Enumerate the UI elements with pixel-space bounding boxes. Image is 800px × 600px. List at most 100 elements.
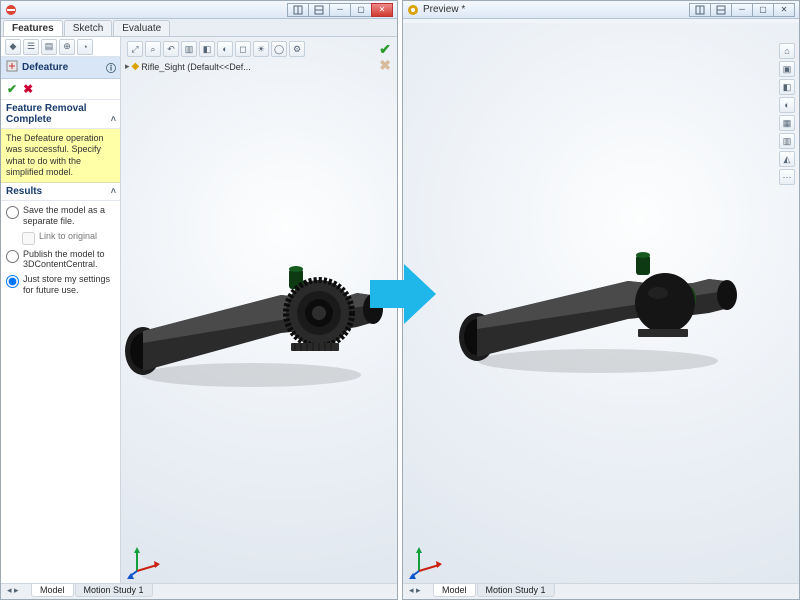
opt-store[interactable]: Just store my settings for future use.: [6, 274, 115, 296]
pm-help-icon[interactable]: ⓘ: [106, 60, 116, 75]
display-icon[interactable]: ◔: [77, 39, 93, 55]
opt-store-radio[interactable]: [6, 275, 19, 288]
opt-publish-radio[interactable]: [6, 250, 19, 263]
opt-link-checkbox[interactable]: [22, 232, 35, 245]
left-window-controls: － ▢ ✕: [288, 3, 393, 17]
layout2-button[interactable]: [308, 3, 330, 17]
right-viewport[interactable]: ⌂ ▣ ◧ ◐ ▦ ▥ ◭ ⋯: [403, 23, 799, 583]
left-bottom-tabs: ◂ ▸ Model Motion Study 1: [1, 583, 397, 599]
section-results[interactable]: Results ˄: [1, 183, 120, 201]
cancel-x-icon[interactable]: ✖: [23, 82, 33, 96]
part-icon: ◆: [132, 61, 140, 72]
minimize-button[interactable]: －: [329, 3, 351, 17]
viewport-reject-icon[interactable]: ✖: [379, 57, 391, 74]
property-manager: ◆ ☰ ▤ ⊕ ◔ Defeature ⓘ ✔ ✖ Feature Remova…: [1, 37, 121, 583]
right-body: ⌂ ▣ ◧ ◐ ▦ ▥ ◭ ⋯: [403, 23, 799, 583]
view-settings-icon[interactable]: ⚙: [289, 41, 305, 57]
ok-check-icon[interactable]: ✔: [7, 82, 17, 96]
collapse-caret-icon: ˄: [111, 186, 116, 196]
display-style-icon[interactable]: ◐: [217, 41, 233, 57]
axis-triad-icon: [127, 543, 163, 579]
bottom-tab-model[interactable]: Model: [433, 584, 476, 597]
tab-sketch[interactable]: Sketch: [64, 20, 113, 36]
model-rifle-scope-defeatured: [443, 233, 753, 383]
appearance-icon[interactable]: ◯: [271, 41, 287, 57]
section-icon[interactable]: ▥: [779, 133, 795, 149]
opt-save-label: Save the model as a separate file.: [23, 205, 115, 227]
shade-icon[interactable]: ◐: [779, 97, 795, 113]
opt-store-label: Just store my settings for future use.: [23, 274, 115, 296]
section-results-label: Results: [6, 186, 42, 197]
front-view-icon[interactable]: ▣: [779, 61, 795, 77]
feature-tree-breadcrumb[interactable]: ▸ ◆ Rifle_Sight (Default<<Def...: [125, 61, 251, 72]
bottom-tab-motion-study[interactable]: Motion Study 1: [75, 584, 153, 597]
featuretree-icon[interactable]: ◆: [5, 39, 21, 55]
bottom-tab-motion-study[interactable]: Motion Study 1: [477, 584, 555, 597]
wire-icon[interactable]: ▦: [779, 115, 795, 131]
axis-triad-icon: [409, 543, 445, 579]
right-titlebar: Preview * － ▢ ✕: [403, 1, 799, 19]
defeature-icon: [6, 60, 18, 75]
pm-title: Defeature ⓘ: [1, 57, 120, 79]
opt-save-separate[interactable]: Save the model as a separate file.: [6, 205, 115, 227]
right-window-controls: － ▢ ✕: [690, 3, 795, 17]
expand-arrow-icon[interactable]: ▸: [125, 61, 130, 72]
minimize-button[interactable]: －: [731, 3, 753, 17]
maximize-button[interactable]: ▢: [752, 3, 774, 17]
layout1-button[interactable]: [287, 3, 309, 17]
right-title: Preview *: [423, 4, 686, 15]
maximize-button[interactable]: ▢: [350, 3, 372, 17]
zoom-area-icon[interactable]: ⌕: [145, 41, 161, 57]
bottom-tab-model[interactable]: Model: [31, 584, 74, 597]
collapse-caret-icon: ˄: [111, 114, 116, 124]
defeature-success-note: The Defeature operation was successful. …: [1, 129, 120, 183]
pm-tab-icons: ◆ ☰ ▤ ⊕ ◔: [1, 37, 120, 57]
close-button[interactable]: ✕: [371, 3, 393, 17]
iso-view-icon[interactable]: ◧: [779, 79, 795, 95]
opt-link-label: Link to original: [39, 231, 97, 242]
right-window: Preview * － ▢ ✕ ⌂ ▣ ◧ ◐ ▦ ▥ ◭ ⋯: [402, 0, 800, 600]
dim-icon[interactable]: ⊕: [59, 39, 75, 55]
left-body: ◆ ☰ ▤ ⊕ ◔ Defeature ⓘ ✔ ✖ Feature Remova…: [1, 37, 397, 583]
home-view-icon[interactable]: ⌂: [779, 43, 795, 59]
breadcrumb-text: Rifle_Sight (Default<<Def...: [141, 62, 251, 72]
pm-icon[interactable]: ☰: [23, 39, 39, 55]
viewport-accept-icon[interactable]: ✔: [379, 41, 391, 58]
left-viewport[interactable]: ⤢ ⌕ ↶ ▥ ◧ ◐ ◻ ☀ ◯ ⚙ ▸ ◆ Rifle_Sight (Def…: [121, 37, 397, 583]
more-icon[interactable]: ⋯: [779, 169, 795, 185]
section-feature-removal[interactable]: Feature Removal Complete ˄: [1, 100, 120, 129]
model-rifle-scope-detailed: [121, 247, 391, 397]
opt-publish[interactable]: Publish the model to 3DContentCentral.: [6, 249, 115, 271]
prev-view-icon[interactable]: ↶: [163, 41, 179, 57]
left-top-tabs: Features Sketch Evaluate: [1, 19, 397, 37]
bt-prev-icon[interactable]: ◂ ▸: [7, 584, 31, 596]
scene-icon[interactable]: ☀: [253, 41, 269, 57]
zoom-fit-icon[interactable]: ⤢: [127, 41, 143, 57]
opt-save-radio[interactable]: [6, 206, 19, 219]
config-icon[interactable]: ▤: [41, 39, 57, 55]
right-vertical-toolbar: ⌂ ▣ ◧ ◐ ▦ ▥ ◭ ⋯: [779, 43, 797, 185]
tab-features[interactable]: Features: [3, 20, 63, 36]
close-button[interactable]: ✕: [773, 3, 795, 17]
view-orient-icon[interactable]: ◧: [199, 41, 215, 57]
pm-ok-cancel: ✔ ✖: [1, 79, 120, 100]
right-bottom-tabs: ◂ ▸ Model Motion Study 1: [403, 583, 799, 599]
layout2-button[interactable]: [710, 3, 732, 17]
section-view-icon[interactable]: ▥: [181, 41, 197, 57]
left-window: － ▢ ✕ Features Sketch Evaluate ◆ ☰ ▤ ⊕ ◔…: [0, 0, 398, 600]
tab-evaluate[interactable]: Evaluate: [113, 20, 170, 36]
section-fr-label: Feature Removal Complete: [6, 103, 87, 125]
opt-publish-label: Publish the model to 3DContentCentral.: [23, 249, 115, 271]
app-icon: [5, 4, 17, 16]
pm-title-text: Defeature: [22, 62, 68, 73]
bt-prev-icon[interactable]: ◂ ▸: [409, 584, 433, 596]
view-toolbar: ⤢ ⌕ ↶ ▥ ◧ ◐ ◻ ☀ ◯ ⚙: [127, 39, 391, 59]
results-options: Save the model as a separate file. Link …: [1, 201, 120, 300]
preview-app-icon: [407, 4, 419, 16]
layout1-button[interactable]: [689, 3, 711, 17]
left-titlebar: － ▢ ✕: [1, 1, 397, 19]
hide-show-icon[interactable]: ◻: [235, 41, 251, 57]
opt-link-original[interactable]: Link to original: [22, 231, 115, 245]
before-after-arrow-icon: [370, 262, 436, 326]
perspective-icon[interactable]: ◭: [779, 151, 795, 167]
